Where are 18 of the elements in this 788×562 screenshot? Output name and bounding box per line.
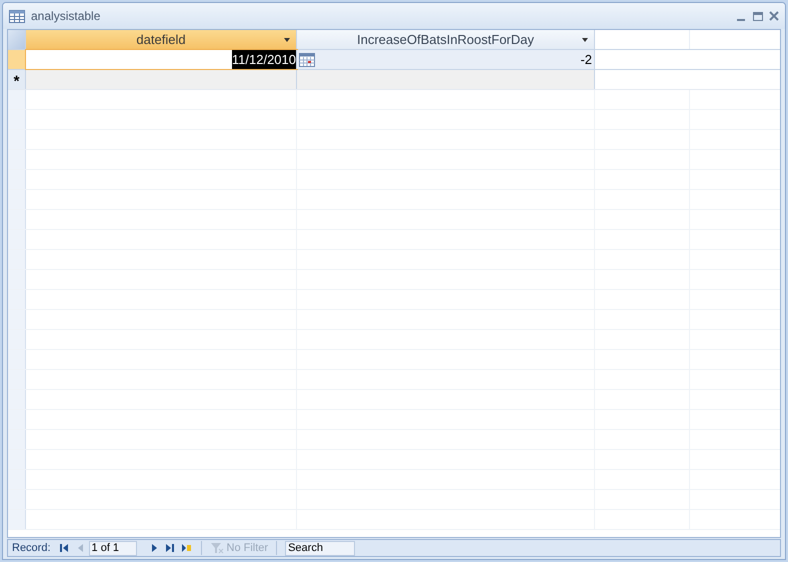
window-title: analysistable xyxy=(31,8,100,25)
column-header[interactable]: IncreaseOfBatsInRoostForDay xyxy=(297,30,595,49)
record-position-field[interactable]: 1 of 1 xyxy=(88,540,137,556)
table-cell-text: -2 xyxy=(580,50,592,69)
new-row-cell[interactable] xyxy=(297,70,595,89)
maximize-button[interactable] xyxy=(753,12,763,20)
record-label: Record: xyxy=(12,540,51,556)
new-row-marker: * xyxy=(14,74,20,89)
table-cell[interactable]: 11/12/2010 xyxy=(232,50,296,70)
dropdown-caret-icon[interactable] xyxy=(582,38,588,42)
dropdown-caret-icon[interactable] xyxy=(284,38,290,42)
table-icon xyxy=(9,10,25,22)
calendar-icon[interactable] xyxy=(299,52,315,66)
column-header[interactable]: datefield xyxy=(26,30,297,49)
new-row-cell[interactable] xyxy=(26,70,297,89)
search-field[interactable]: Search xyxy=(285,540,356,556)
filter-icon xyxy=(210,542,224,554)
close-icon[interactable] xyxy=(769,11,779,21)
